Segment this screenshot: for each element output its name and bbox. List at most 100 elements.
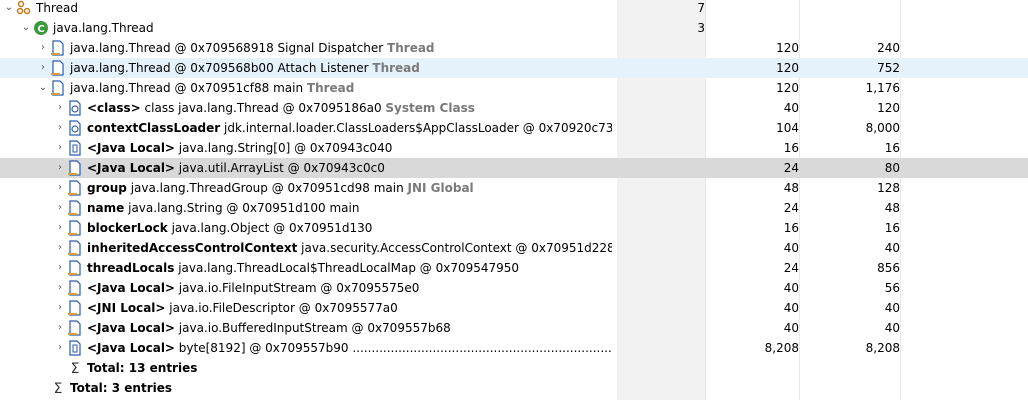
collapse-chevron-icon[interactable]: › xyxy=(53,198,67,218)
collapse-chevron-icon[interactable]: › xyxy=(53,118,67,138)
row-name-cell[interactable]: ⌄ Thread xyxy=(2,0,612,18)
tree-row[interactable]: › name java.lang.String @ 0x70951d100 mai… xyxy=(0,198,1028,218)
row-name-cell[interactable]: › java.lang.Thread @ 0x709568b00 Attach L… xyxy=(36,58,612,78)
expand-chevron-icon[interactable]: ⌄ xyxy=(19,18,33,38)
shallow-heap-cell: 24 xyxy=(783,261,799,275)
collapse-chevron-icon[interactable]: › xyxy=(53,218,67,238)
retained-heap-cell: 120 xyxy=(877,101,900,115)
array-icon xyxy=(67,138,83,158)
expand-chevron-icon[interactable]: ⌄ xyxy=(2,0,16,18)
collapse-chevron-icon[interactable]: › xyxy=(53,278,67,298)
row-name-cell[interactable]: Σ Total: 3 entries xyxy=(36,378,612,398)
tree-row[interactable]: › java.lang.Thread @ 0x709568918 Signal D… xyxy=(0,38,1028,58)
collapse-chevron-icon[interactable]: › xyxy=(53,238,67,258)
shallow-heap-cell: 40 xyxy=(783,281,799,295)
retained-heap-cell: 752 xyxy=(877,61,900,75)
tree-row[interactable]: › <JNI Local> java.io.FileDescriptor @ 0x… xyxy=(0,298,1028,318)
shallow-heap-cell: 40 xyxy=(783,101,799,115)
row-label-part: java.io.BufferedInputStream @ 0x709557b6… xyxy=(174,321,451,335)
object-icon xyxy=(50,38,66,58)
row-label-part: java.lang.Thread @ 0x709568b00 Attach Li… xyxy=(70,61,373,75)
row-name-cell[interactable]: › inheritedAccessControlContext java.secu… xyxy=(53,238,612,258)
tree-row[interactable]: › <class> class java.lang.Thread @ 0x7095… xyxy=(0,98,1028,118)
row-label-part: byte[8192] @ 0x709557b90 ...............… xyxy=(174,341,612,355)
expand-chevron-icon[interactable]: ⌄ xyxy=(36,78,50,98)
collapse-chevron-icon[interactable]: › xyxy=(53,298,67,318)
row-name-cell[interactable]: ⌄ java.lang.Thread @ 0x70951cf88 main Thr… xyxy=(36,78,612,98)
shallow-heap-cell: 16 xyxy=(783,221,799,235)
object-icon xyxy=(67,178,83,198)
tree-row[interactable]: › <Java Local> java.io.FileInputStream @ … xyxy=(0,278,1028,298)
class-object-icon xyxy=(67,98,83,118)
row-label-part: java.lang.Thread @ 0x70951cf88 main xyxy=(70,81,307,95)
tree-row[interactable]: › java.lang.Thread @ 0x709568b00 Attach L… xyxy=(0,58,1028,78)
retained-heap-cell: 40 xyxy=(884,301,900,315)
tree-row[interactable]: Σ Total: 13 entries xyxy=(0,358,1028,378)
row-name-cell[interactable]: › threadLocals java.lang.ThreadLocal$Thre… xyxy=(53,258,612,278)
row-label-part: System Class xyxy=(385,101,475,115)
row-label-part: <Java Local> xyxy=(87,161,175,175)
row-label-part: <Java Local> xyxy=(87,281,175,295)
histogram-tree[interactable]: ⌄ Thread 7 ⌄ Cjava.lang.Thread 3 › java.lang.Th… xyxy=(0,0,1028,400)
tree-row[interactable]: › inheritedAccessControlContext java.secu… xyxy=(0,238,1028,258)
shallow-heap-cell: 48 xyxy=(783,181,799,195)
row-name-cell[interactable]: ⌄ Cjava.lang.Thread xyxy=(19,18,612,38)
row-name-cell[interactable]: › <Java Local> java.io.BufferedInputStrea… xyxy=(53,318,612,338)
shallow-heap-cell: 104 xyxy=(776,121,799,135)
row-name-cell[interactable]: › <class> class java.lang.Thread @ 0x7095… xyxy=(53,98,612,118)
row-name-cell[interactable]: › <JNI Local> java.io.FileDescriptor @ 0x… xyxy=(53,298,612,318)
object-icon xyxy=(67,198,83,218)
shallow-heap-cell: 24 xyxy=(783,161,799,175)
row-name-cell[interactable]: › <Java Local> java.util.ArrayList @ 0x70… xyxy=(53,158,612,178)
row-name-cell[interactable]: › java.lang.Thread @ 0x709568918 Signal D… xyxy=(36,38,612,58)
row-name-cell[interactable]: › <Java Local> byte[8192] @ 0x709557b90 .… xyxy=(53,338,612,358)
tree-row[interactable]: › contextClassLoader jdk.internal.loader.… xyxy=(0,118,1028,138)
objects-cell: 3 xyxy=(697,21,705,35)
collapse-chevron-icon[interactable]: › xyxy=(53,318,67,338)
row-name-cell[interactable]: Σ Total: 13 entries xyxy=(53,358,612,378)
row-label-part: java.security.AccessControlContext @ 0x7… xyxy=(297,241,612,255)
tree-row[interactable]: › blockerLock java.lang.Object @ 0x70951d… xyxy=(0,218,1028,238)
shallow-heap-cell: 40 xyxy=(783,241,799,255)
row-label-part: java.lang.Thread @ 0x709568918 Signal Di… xyxy=(70,41,388,55)
row-name-cell[interactable]: › contextClassLoader jdk.internal.loader.… xyxy=(53,118,612,138)
row-label-part: <Java Local> xyxy=(87,141,175,155)
row-name-cell[interactable]: › group java.lang.ThreadGroup @ 0x70951cd… xyxy=(53,178,612,198)
tree-row[interactable]: ⌄ java.lang.Thread @ 0x70951cf88 main Thr… xyxy=(0,78,1028,98)
collapse-chevron-icon[interactable]: › xyxy=(36,58,50,78)
tree-row[interactable]: › group java.lang.ThreadGroup @ 0x70951cd… xyxy=(0,178,1028,198)
collapse-chevron-icon[interactable]: › xyxy=(36,38,50,58)
tree-row[interactable]: Σ Total: 3 entries xyxy=(0,378,1028,398)
shallow-heap-cell: 40 xyxy=(783,321,799,335)
tree-row[interactable]: ⌄ Thread 7 xyxy=(0,0,1028,18)
tree-row[interactable]: › <Java Local> byte[8192] @ 0x709557b90 .… xyxy=(0,338,1028,358)
class-icon: C xyxy=(33,18,49,38)
retained-heap-cell: 40 xyxy=(884,241,900,255)
row-label-part: Thread xyxy=(372,61,420,75)
collapse-chevron-icon[interactable]: › xyxy=(53,258,67,278)
tree-row[interactable]: › threadLocals java.lang.ThreadLocal$Thre… xyxy=(0,258,1028,278)
object-icon xyxy=(67,238,83,258)
row-label-part: threadLocals xyxy=(87,261,175,275)
row-name-cell[interactable]: › name java.lang.String @ 0x70951d100 mai… xyxy=(53,198,612,218)
row-label-part: Thread xyxy=(306,81,355,95)
tree-row[interactable]: ⌄ Cjava.lang.Thread 3 xyxy=(0,18,1028,38)
shallow-heap-cell: 8,208 xyxy=(764,341,799,355)
object-icon xyxy=(67,298,83,318)
collapse-chevron-icon[interactable]: › xyxy=(53,138,67,158)
row-name-cell[interactable]: › <Java Local> java.io.FileInputStream @ … xyxy=(53,278,612,298)
shallow-heap-cell: 24 xyxy=(783,201,799,215)
tree-row[interactable]: › <Java Local> java.io.BufferedInputStrea… xyxy=(0,318,1028,338)
shallow-heap-cell: 120 xyxy=(776,81,799,95)
retained-heap-cell: 16 xyxy=(884,141,900,155)
collapse-chevron-icon[interactable]: › xyxy=(53,178,67,198)
collapse-chevron-icon[interactable]: › xyxy=(53,158,67,178)
sum-icon: Σ xyxy=(50,378,66,398)
collapse-chevron-icon[interactable]: › xyxy=(53,98,67,118)
tree-row[interactable]: › <Java Local> java.lang.String[0] @ 0x70… xyxy=(0,138,1028,158)
tree-row[interactable]: › <Java Local> java.util.ArrayList @ 0x70… xyxy=(0,158,1028,178)
row-name-cell[interactable]: › blockerLock java.lang.Object @ 0x70951d… xyxy=(53,218,612,238)
collapse-chevron-icon[interactable]: › xyxy=(53,338,67,358)
row-label-part: inheritedAccessControlContext xyxy=(87,241,298,255)
row-name-cell[interactable]: › <Java Local> java.lang.String[0] @ 0x70… xyxy=(53,138,612,158)
